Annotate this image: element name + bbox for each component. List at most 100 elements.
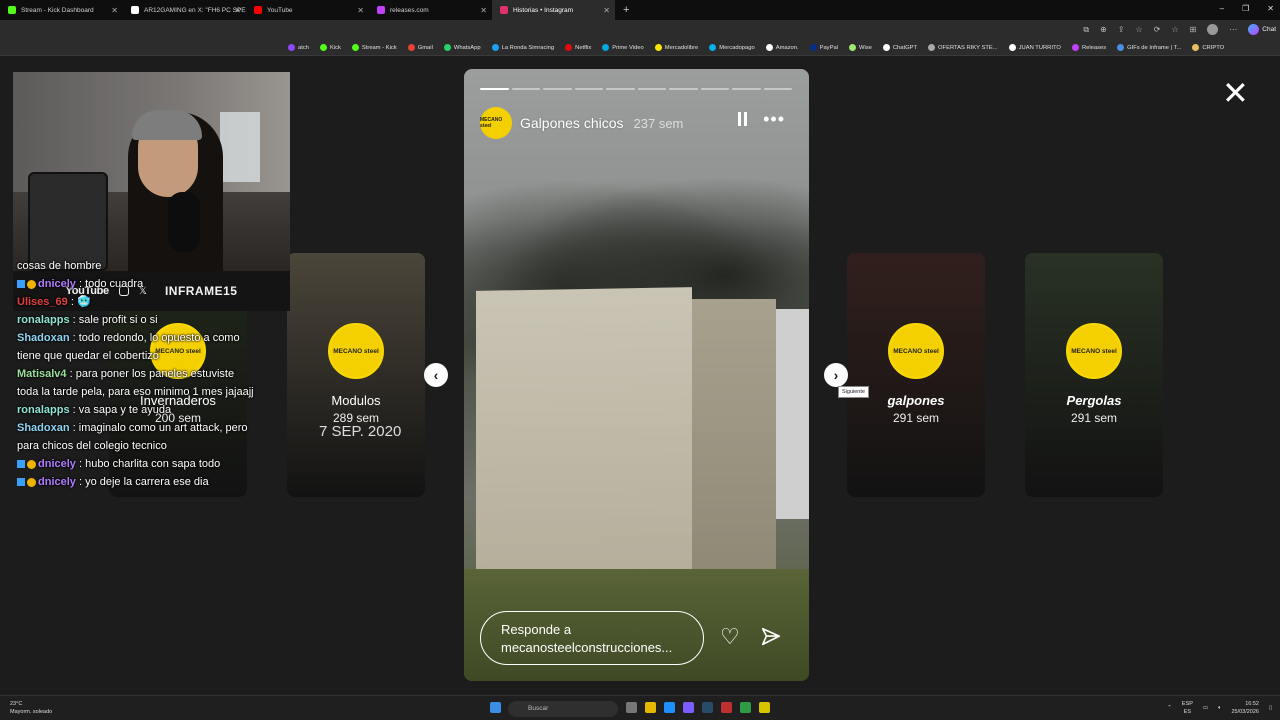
bookmark-item[interactable]: PayPal (809, 44, 838, 51)
close-window-icon[interactable]: ✕ (1267, 4, 1274, 13)
bookmark-item[interactable]: ChatGPT (882, 44, 917, 51)
discord-icon[interactable] (683, 702, 694, 713)
edge-icon[interactable] (664, 702, 675, 713)
previous-story-button[interactable]: ‹ (424, 363, 448, 387)
bookmark-item[interactable]: atch (288, 44, 309, 51)
bookmark-item[interactable]: OFERTAS RIKY STE... (928, 44, 998, 51)
chat-message: dnicely : todo cuadra (17, 275, 257, 293)
bookmark-favicon-icon (1008, 44, 1016, 51)
story-preview-pergolas[interactable]: MECANO steel Pergolas 291 sem (1025, 253, 1163, 497)
volume-icon[interactable]: 🔈︎ (1218, 705, 1221, 712)
more-options-icon[interactable]: ••• (763, 109, 785, 130)
browser-tab[interactable]: Stream - Kick Dashboard ✕ (0, 0, 123, 20)
pause-icon[interactable] (738, 112, 747, 126)
bookmark-favicon-icon (602, 44, 610, 51)
browser-tab[interactable]: Historias • Instagram ✕ (492, 0, 615, 20)
chat-text: : todo cuadra (78, 278, 144, 290)
chat-username[interactable]: dnicely (38, 458, 76, 470)
chat-username[interactable]: dnicely (38, 476, 76, 488)
notes-icon[interactable] (759, 702, 770, 713)
windows-start-icon[interactable] (490, 702, 501, 713)
bookmark-favicon-icon (491, 44, 499, 51)
language-indicator[interactable]: ESP ES (1182, 700, 1193, 716)
close-viewer-button[interactable]: ✕ (1222, 77, 1249, 109)
bookmark-item[interactable]: Mercadolibre (654, 44, 698, 51)
bookmark-item[interactable]: WhatsApp (443, 44, 481, 51)
tab-close-icon[interactable]: ✕ (357, 6, 364, 15)
story-preview-galpones[interactable]: MECANO steel galpones 291 sem (847, 253, 985, 497)
profile-avatar[interactable] (1207, 24, 1219, 35)
minimize-icon[interactable]: – (1220, 4, 1224, 13)
chat-username[interactable]: Shadoxan (17, 332, 70, 344)
tab-close-icon[interactable]: ✕ (603, 6, 610, 15)
story-avatar[interactable]: MECANO steel (480, 107, 512, 139)
reply-input[interactable]: Responde a mecanosteelconstrucciones... (480, 611, 704, 665)
chat-text: : 🥶 (70, 296, 91, 308)
task-view-icon[interactable] (626, 702, 637, 713)
bookmark-item[interactable]: JUAN TURRITO (1008, 44, 1061, 51)
tab-label: YouTube (267, 6, 293, 14)
progress-segment (480, 88, 509, 90)
story-preview-modulos[interactable]: MECANO steel Modulos 289 sem 7 SEP. 2020 (287, 253, 425, 497)
tab-label: releases.com (390, 6, 429, 14)
bookmark-item[interactable]: Wise (848, 44, 872, 51)
like-heart-icon[interactable]: ♡ (720, 626, 742, 648)
tab-close-icon[interactable]: ✕ (111, 6, 118, 15)
bookmark-item[interactable]: Releases (1071, 44, 1106, 51)
bookmark-item[interactable]: Stream - Kick (351, 44, 397, 51)
browser-tab[interactable]: releases.com ✕ (369, 0, 492, 20)
chat-username[interactable]: Shadoxan (17, 422, 70, 434)
story-title[interactable]: Galpones chicos (520, 115, 624, 131)
progress-segment (763, 88, 792, 90)
bookmark-item[interactable]: Mercadopago (709, 44, 755, 51)
bookmark-favicon-icon (882, 44, 890, 51)
bookmark-favicon-icon (848, 44, 856, 51)
active-story[interactable]: MECANO steel Galpones chicos 237 sem •••… (464, 69, 809, 681)
webcam-cap (132, 110, 202, 140)
bookmark-item[interactable]: La Ronda Simracing (491, 44, 554, 51)
weather-widget[interactable]: 23°C Mayorm. soleado (10, 700, 52, 716)
steam-icon[interactable] (702, 702, 713, 713)
excel-icon[interactable] (740, 702, 751, 713)
tray-chevron-icon[interactable]: ⌃ (1167, 705, 1172, 711)
browser-tab[interactable]: AR12GAMING en X: "FH6 PC SPEC... ✕ (123, 0, 246, 20)
favorites-icon[interactable]: ☆ (1171, 25, 1178, 34)
share-icon[interactable]: ⇪ (1118, 25, 1125, 34)
copilot-chat-button[interactable]: Chat (1248, 24, 1276, 35)
subscriber-badge-icon (17, 280, 25, 289)
bookmark-item[interactable]: Prime Video (602, 44, 644, 51)
tab-close-icon[interactable]: ✕ (234, 6, 241, 15)
weather-desc: Mayorm. soleado (10, 709, 53, 715)
new-tab-button[interactable]: + (623, 4, 629, 16)
chat-username[interactable]: dnicely (38, 278, 76, 290)
webcam-window (220, 112, 260, 182)
tab-close-icon[interactable]: ✕ (480, 6, 487, 15)
collections-icon[interactable]: ⊞ (1190, 25, 1197, 34)
bookmark-item[interactable]: Amazon. (765, 44, 799, 51)
chat-username[interactable]: Matisalv4 (17, 368, 67, 380)
file-explorer-icon[interactable] (645, 702, 656, 713)
chat-username[interactable]: Ulises_69 (17, 296, 68, 308)
translate-icon[interactable]: ⧉ (1083, 25, 1089, 35)
bookmark-item[interactable]: Kick (319, 44, 341, 51)
chat-username[interactable]: ronalapps (17, 314, 70, 326)
bookmark-item[interactable]: Netflix (565, 44, 591, 51)
bookmark-item[interactable]: GIFs de Inframe | T... (1117, 44, 1181, 51)
taskbar-search[interactable]: Buscar (508, 701, 618, 717)
next-story-button[interactable]: › (824, 363, 848, 387)
bookmark-star-icon[interactable]: ☆ (1136, 25, 1143, 34)
menu-icon[interactable]: ⋯ (1229, 25, 1237, 34)
bookmark-item[interactable]: CRIPTO (1192, 44, 1224, 51)
browser-tab[interactable]: YouTube ✕ (246, 0, 369, 20)
chat-username[interactable]: ronalapps (17, 404, 70, 416)
clock[interactable]: 16:52 25/03/2026 (1231, 700, 1259, 716)
bookmark-item[interactable]: Gmail (407, 44, 433, 51)
notifications-icon[interactable]: ▯ (1269, 705, 1272, 711)
send-icon[interactable] (760, 626, 782, 648)
zoom-icon[interactable]: ⊕ (1100, 25, 1107, 34)
restore-icon[interactable]: ❐ (1242, 4, 1249, 13)
gifter-badge-icon (27, 477, 36, 487)
extensions-icon[interactable]: ⟳ (1154, 25, 1161, 34)
network-icon[interactable]: ▭ (1203, 705, 1208, 711)
game-icon[interactable] (721, 702, 732, 713)
